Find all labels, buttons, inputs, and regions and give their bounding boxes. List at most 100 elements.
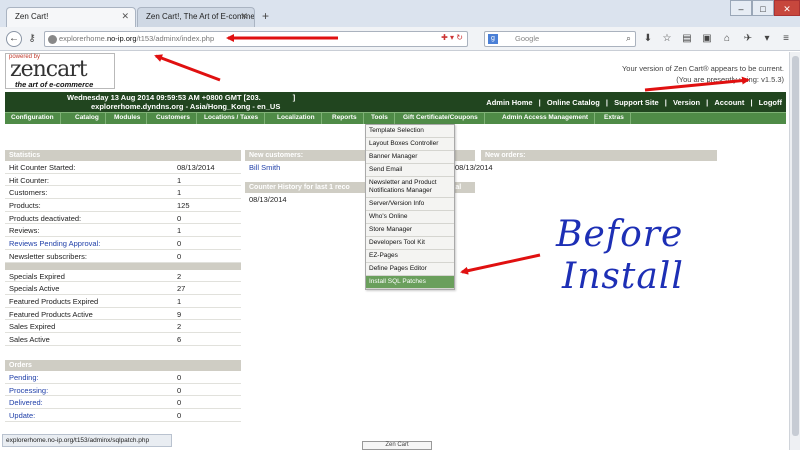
vertical-scrollbar[interactable] xyxy=(789,52,800,450)
stat-row-reviews-pending[interactable]: Reviews Pending Approval: 0 xyxy=(5,237,241,250)
arrow-to-sql-patches xyxy=(460,253,541,275)
search-input[interactable]: g Google ⌕ xyxy=(484,31,636,47)
back-arrow-icon[interactable]: ← xyxy=(6,31,22,47)
new-orders-panel: New orders: xyxy=(481,150,717,161)
close-tab-icon[interactable]: ✕ xyxy=(121,11,129,22)
stat-row: Hit Counter Started: 08/13/2014 xyxy=(5,161,241,174)
chevron-down-icon[interactable]: ▾ xyxy=(760,32,774,46)
footer-logo[interactable]: Zen Cart xyxy=(362,441,432,450)
tools-item-store-manager[interactable]: Store Manager xyxy=(366,224,454,237)
statistics-panel: Statistics Hit Counter Started: 08/13/201… xyxy=(5,150,241,346)
tools-item-template-selection[interactable]: Template Selection xyxy=(366,125,454,138)
orders-title: Orders xyxy=(5,360,241,371)
annotation-line2: Install xyxy=(562,256,684,297)
stat-row: Featured Products Active 9 xyxy=(5,308,241,321)
before-install-annotation: Before Install xyxy=(556,214,684,298)
account-link[interactable]: Account xyxy=(714,98,744,107)
server-datetime: Wednesday 13 Aug 2014 09:59:53 AM +0800 … xyxy=(67,93,295,111)
version-line2: (You are presently using: v1.5.3) xyxy=(676,75,784,84)
zen-cart-logo[interactable]: powered by zencart the art of e-commerce xyxy=(5,53,115,89)
customer-name-link[interactable]: Bill Smith xyxy=(249,163,280,172)
order-row-update[interactable]: Update: 0 xyxy=(5,409,241,422)
menu-admin-access[interactable]: Admin Access Management xyxy=(496,113,596,124)
tools-item-ez-pages[interactable]: EZ-Pages xyxy=(366,250,454,263)
admin-home-link[interactable]: Admin Home xyxy=(486,98,532,107)
search-icon[interactable]: ⌕ xyxy=(626,33,631,44)
menu-tools[interactable]: Tools xyxy=(365,113,395,124)
menu-icon[interactable]: ≡ xyxy=(779,32,793,46)
admin-header-bar: Wednesday 13 Aug 2014 09:59:53 AM +0800 … xyxy=(5,92,786,112)
arrow-to-logo xyxy=(154,54,221,82)
menu-modules[interactable]: Modules xyxy=(108,113,148,124)
stat-row: Specials Expired 2 xyxy=(5,270,241,283)
download-icon[interactable]: ⬇ xyxy=(641,32,655,46)
menu-extras[interactable]: Extras xyxy=(598,113,631,124)
customer-date: 08/13/2014 xyxy=(455,163,493,172)
close-tab-icon[interactable]: ✕ xyxy=(240,11,248,22)
url-host: no-ip.org xyxy=(106,34,137,43)
order-row-pending[interactable]: Pending: 0 xyxy=(5,371,241,384)
stat-row: Sales Active 6 xyxy=(5,333,241,346)
reload-icon[interactable]: ✚ ▾ ↻ xyxy=(441,33,463,42)
stat-row: Reviews: 1 xyxy=(5,224,241,238)
url-bar[interactable]: explorerhome.no-ip.org/t153/adminx/index… xyxy=(44,31,468,47)
new-tab-button[interactable]: + xyxy=(262,9,269,23)
key-icon[interactable]: ⚷ xyxy=(25,32,39,46)
menu-catalog[interactable]: Catalog xyxy=(69,113,106,124)
google-icon: g xyxy=(488,34,498,44)
browser-nav-bar: ← ⚷ explorerhome.no-ip.org/t153/adminx/i… xyxy=(0,27,800,51)
logoff-link[interactable]: Logoff xyxy=(759,98,782,107)
tab-label: Zen Cart!, The Art of E-comme... xyxy=(146,12,255,21)
menu-locations-taxes[interactable]: Locations / Taxes xyxy=(198,113,266,124)
tools-item-newsletter[interactable]: Newsletter and Product Notifications Man… xyxy=(366,177,454,198)
stat-row: Specials Active 27 xyxy=(5,282,241,295)
menu-reports[interactable]: Reports xyxy=(326,113,364,124)
tools-item-dev-tool-kit[interactable]: Developers Tool Kit xyxy=(366,237,454,250)
support-site-link[interactable]: Support Site xyxy=(614,98,659,107)
tools-item-whos-online[interactable]: Who's Online xyxy=(366,211,454,224)
logo-name: zencart xyxy=(10,57,88,82)
scroll-thumb[interactable] xyxy=(792,56,799,436)
tools-item-send-email[interactable]: Send Email xyxy=(366,164,454,177)
stat-row: Products deactivated: 0 xyxy=(5,212,241,225)
tools-item-server-info[interactable]: Server/Version Info xyxy=(366,198,454,211)
tools-item-install-sql-patches[interactable]: Install SQL Patches xyxy=(366,276,454,289)
counter-date: 08/13/2014 xyxy=(249,195,287,204)
tools-item-banner-manager[interactable]: Banner Manager xyxy=(366,151,454,164)
menu-gift-certificates[interactable]: Gift Certificate/Coupons xyxy=(397,113,485,124)
screenshot-icon[interactable]: ▣ xyxy=(700,32,714,46)
version-line1: Your version of Zen Cart® appears to be … xyxy=(621,64,784,73)
stat-row: Customers: 1 xyxy=(5,186,241,200)
browser-tab-bar: Zen Cart! ✕ Zen Cart!, The Art of E-comm… xyxy=(0,0,800,27)
version-link[interactable]: Version xyxy=(673,98,700,107)
stat-row: Newsletter subscribers: 0 xyxy=(5,250,241,263)
separator: | xyxy=(538,98,541,107)
close-window-icon[interactable]: ✕ xyxy=(774,0,800,16)
order-row-delivered[interactable]: Delivered: 0 xyxy=(5,396,241,410)
tools-item-layout-boxes[interactable]: Layout Boxes Controller xyxy=(366,138,454,151)
tab-zen-cart[interactable]: Zen Cart! ✕ xyxy=(6,7,136,27)
online-catalog-link[interactable]: Online Catalog xyxy=(547,98,600,107)
statistics-title: Statistics xyxy=(5,150,241,161)
home-icon[interactable]: ⌂ xyxy=(720,32,734,46)
extension-icon[interactable]: ✈ xyxy=(741,32,755,46)
order-row-processing[interactable]: Processing: 0 xyxy=(5,384,241,397)
new-orders-title: New orders: xyxy=(481,150,717,161)
clipboard-icon[interactable]: ▤ xyxy=(680,32,694,46)
menu-localization[interactable]: Localization xyxy=(271,113,322,124)
stat-row: Hit Counter: 1 xyxy=(5,174,241,187)
tools-item-define-pages[interactable]: Define Pages Editor xyxy=(366,263,454,276)
search-placeholder: Google xyxy=(515,34,540,43)
admin-header-links: Admin Home | Online Catalog | Support Si… xyxy=(482,98,782,107)
minimize-icon[interactable]: – xyxy=(730,0,752,16)
tab-zen-cart-art[interactable]: Zen Cart!, The Art of E-comme... ✕ xyxy=(137,7,255,27)
menu-configuration[interactable]: Configuration xyxy=(5,113,61,124)
admin-menu-bar: Configuration Catalog Modules Customers … xyxy=(5,112,786,124)
star-icon[interactable]: ☆ xyxy=(660,32,674,46)
logo-tagline: the art of e-commerce xyxy=(15,80,94,89)
stat-row: Products: 125 xyxy=(5,199,241,212)
menu-customers[interactable]: Customers xyxy=(150,113,197,124)
divider xyxy=(5,262,241,270)
maximize-icon[interactable]: □ xyxy=(752,0,774,16)
stat-row: Sales Expired 2 xyxy=(5,320,241,333)
